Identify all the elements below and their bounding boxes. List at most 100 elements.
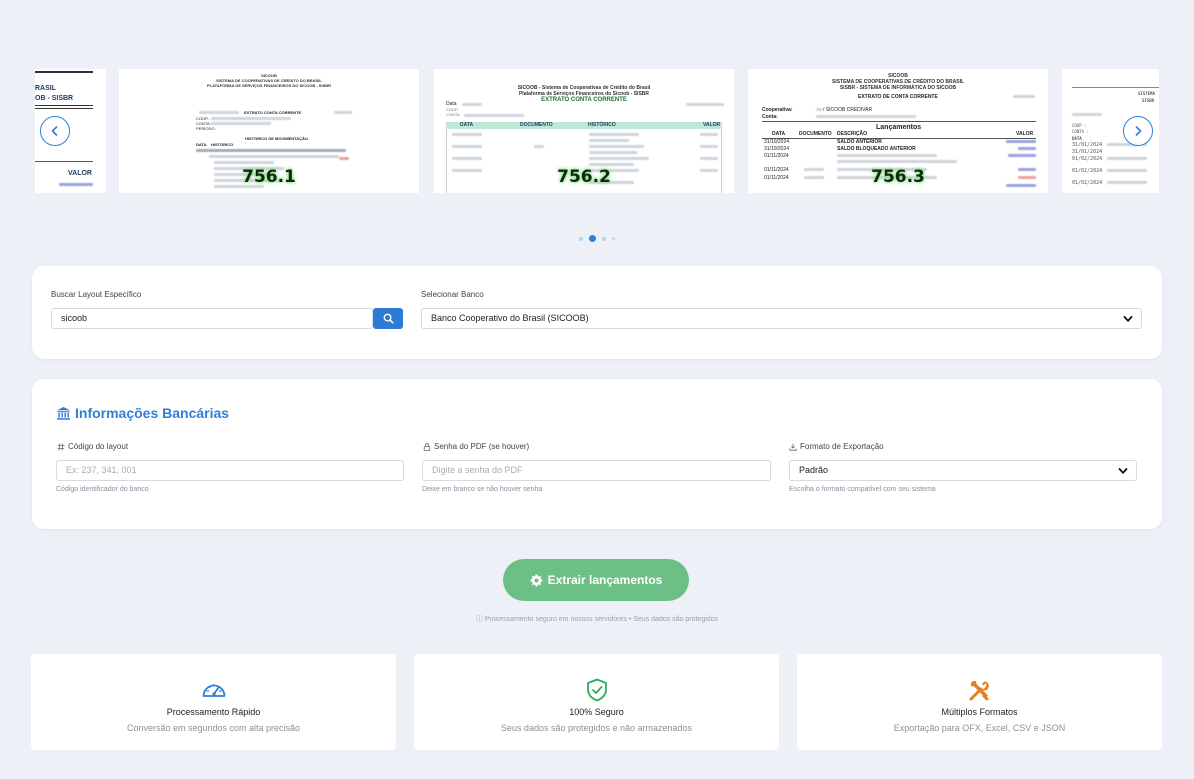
- layout-code-input[interactable]: Ex: 237, 341, 001: [56, 460, 404, 481]
- chevron-left-icon: [51, 126, 58, 136]
- slide-col: DESCRIÇÃO: [837, 131, 868, 137]
- feature-desc: Conversão em segundos com alta precisão: [126, 723, 301, 733]
- slide-row-desc: SALDO ANTERIOR: [837, 139, 882, 145]
- slide-col: DOCUMENTO: [799, 131, 832, 137]
- bank-info-title-text: Informações Bancárias: [75, 405, 230, 421]
- layout-code-label-text: Código do layout: [68, 442, 129, 451]
- feature-desc: Exportação para OFX, Excel, CSV e JSON: [893, 723, 1066, 733]
- carousel-next-button[interactable]: [1123, 116, 1153, 146]
- search-layout-label: Buscar Layout Específico: [51, 290, 142, 299]
- slide-coop-value: / SICOOB CREDIVAR: [823, 107, 873, 113]
- carousel-slide-756-1[interactable]: SICOOB SISTEMA DE COOPERATIVAS DE CRÉDIT…: [119, 69, 419, 193]
- layout-code-label: Código do layout: [57, 442, 128, 451]
- pdf-password-input[interactable]: Digite a senha do PDF: [422, 460, 771, 481]
- slide-col: HISTÓRICO: [588, 122, 616, 128]
- bank-select[interactable]: Banco Cooperativo do Brasil (SICOOB): [421, 308, 1142, 329]
- lock-icon: [423, 442, 431, 451]
- slide-field: CONTA :: [1072, 129, 1089, 134]
- carousel-dot[interactable]: [612, 237, 615, 240]
- slide-header-line: SISBR: [1142, 98, 1155, 103]
- slide-code-label: 756.3: [871, 167, 925, 187]
- feature-card-secure: 100% Seguro Seus dados são protegidos e …: [414, 654, 779, 750]
- tools-icon: [969, 681, 989, 701]
- slide-row-date: 31/01/2024: [1072, 142, 1103, 148]
- hash-icon: [57, 442, 65, 451]
- shield-check-icon: [586, 678, 607, 702]
- slide-col: VALOR: [703, 122, 721, 128]
- bank-icon: [56, 406, 71, 420]
- search-button[interactable]: [373, 308, 403, 329]
- carousel-dot[interactable]: [602, 236, 606, 241]
- carousel-slide-756-2[interactable]: SICOOB - Sistema de Cooperativas de Créd…: [434, 69, 734, 193]
- search-icon: [383, 313, 394, 324]
- export-format-value: Padrão: [799, 465, 829, 475]
- export-format-select[interactable]: Padrão: [789, 460, 1137, 481]
- bank-select-value: Banco Cooperativo do Brasil (SICOOB): [431, 313, 589, 323]
- slide-col: DATA: [772, 131, 786, 137]
- slide-row-date: 01/02/2024: [1072, 168, 1103, 174]
- carousel-dots: [0, 235, 1194, 242]
- slide-partial-line: OB - SISBR: [35, 95, 74, 102]
- slide-partial-col: VALOR: [68, 170, 92, 177]
- search-input[interactable]: sicoob: [51, 308, 373, 329]
- chevron-right-icon: [1135, 126, 1142, 136]
- speedometer-icon: [202, 683, 225, 697]
- slide-subtitle: EXTRATO DE CONTA CORRENTE: [858, 94, 938, 100]
- feature-card-formats: Múltiplos Formatos Exportação para OFX, …: [797, 654, 1162, 750]
- pdf-password-label: Senha do PDF (se houver): [423, 442, 529, 451]
- extract-button[interactable]: Extrair lançamentos: [503, 559, 689, 601]
- export-format-label: Formato de Exportação: [789, 442, 884, 451]
- slide-header-line: PLATAFORMA DE SERVIÇOS FINANCEIROS DO SI…: [206, 83, 332, 88]
- layout-carousel: RASIL OB - SISBR VALOR SICOOB SISTEMA DE…: [35, 69, 1159, 193]
- slide-header-line: SISBR - SISTEMA DE INFORMÁTICA DO SICOOB: [839, 85, 957, 91]
- slide-field: CONTA: [446, 112, 460, 117]
- slide-row-date: 01/11/2024: [764, 153, 789, 159]
- chevron-down-icon: [1123, 316, 1133, 322]
- feature-desc: Seus dados são protegidos e não armazena…: [500, 723, 693, 733]
- slide-col: DATA: [196, 142, 207, 147]
- gear-icon: [530, 574, 542, 586]
- search-card: Buscar Layout Específico sicoob Selecion…: [32, 266, 1162, 359]
- bank-info-title: Informações Bancárias: [56, 405, 229, 421]
- carousel-prev-button[interactable]: [40, 116, 70, 146]
- slide-section: HISTÓRICO DE MOVIMENTAÇÃO: [245, 136, 309, 141]
- pdf-password-label-text: Senha do PDF (se houver): [434, 442, 530, 451]
- slide-row-date: 31/10/2024: [764, 146, 790, 152]
- slide-row-date: 31/10/2024: [764, 139, 790, 145]
- select-bank-label: Selecionar Banco: [421, 290, 484, 299]
- carousel-dot[interactable]: [579, 236, 583, 241]
- carousel-slide-756-3[interactable]: SICOOB SISTEMA DE COOPERATIVAS DE CRÉDIT…: [748, 69, 1048, 193]
- slide-row-desc: SALDO BLOQUEADO ANTERIOR: [837, 146, 916, 152]
- slide-col: HISTÓRICO: [211, 142, 234, 147]
- slide-row-date: 31/01/2024: [1072, 149, 1103, 155]
- feature-title: Processamento Rápido: [166, 707, 261, 717]
- slide-header-line: SISTEMA: [1138, 91, 1155, 96]
- feature-card-fast: Processamento Rápido Conversão em segund…: [31, 654, 396, 750]
- slide-field: Conta:: [762, 114, 778, 120]
- slide-row-date: 01/02/2024: [1072, 156, 1103, 162]
- carousel-dot-active[interactable]: [589, 235, 596, 242]
- slide-partial-line: RASIL: [35, 85, 56, 92]
- slide-row-date: 01/02/2024: [1072, 180, 1103, 186]
- secure-processing-note: ⓘ Processamento seguro em nossos servido…: [475, 616, 719, 623]
- chevron-down-icon: [1118, 468, 1128, 474]
- slide-table-header: DATA DOCUMENTO HISTÓRICO VALOR: [446, 122, 722, 129]
- export-format-label-text: Formato de Exportação: [800, 442, 884, 451]
- download-icon: [789, 443, 797, 451]
- slide-field: Cooperativa:: [762, 107, 793, 113]
- slide-code-label: 756.2: [557, 167, 611, 187]
- feature-title: Múltiplos Formatos: [941, 707, 1018, 717]
- slide-col: DATA: [460, 122, 474, 128]
- slide-col: VALOR: [1016, 131, 1034, 137]
- layout-code-hint: Código identificador do banco: [56, 486, 149, 493]
- export-format-hint: Escolha o formato compatível com seu sis…: [789, 486, 936, 493]
- feature-title: 100% Seguro: [569, 707, 624, 717]
- slide-field: PERÍODO:: [196, 126, 216, 131]
- slide-subtitle: EXTRATO CONTA CORRENTE: [244, 110, 302, 115]
- extract-button-label: Extrair lançamentos: [547, 573, 663, 587]
- slide-col: DOCUMENTO: [520, 122, 553, 128]
- slide-code-label: 756.1: [242, 167, 296, 187]
- slide-section: Lançamentos: [876, 124, 922, 131]
- pdf-password-hint: Deixe em branco se não houver senha: [422, 486, 543, 493]
- bank-info-card: [32, 379, 1162, 529]
